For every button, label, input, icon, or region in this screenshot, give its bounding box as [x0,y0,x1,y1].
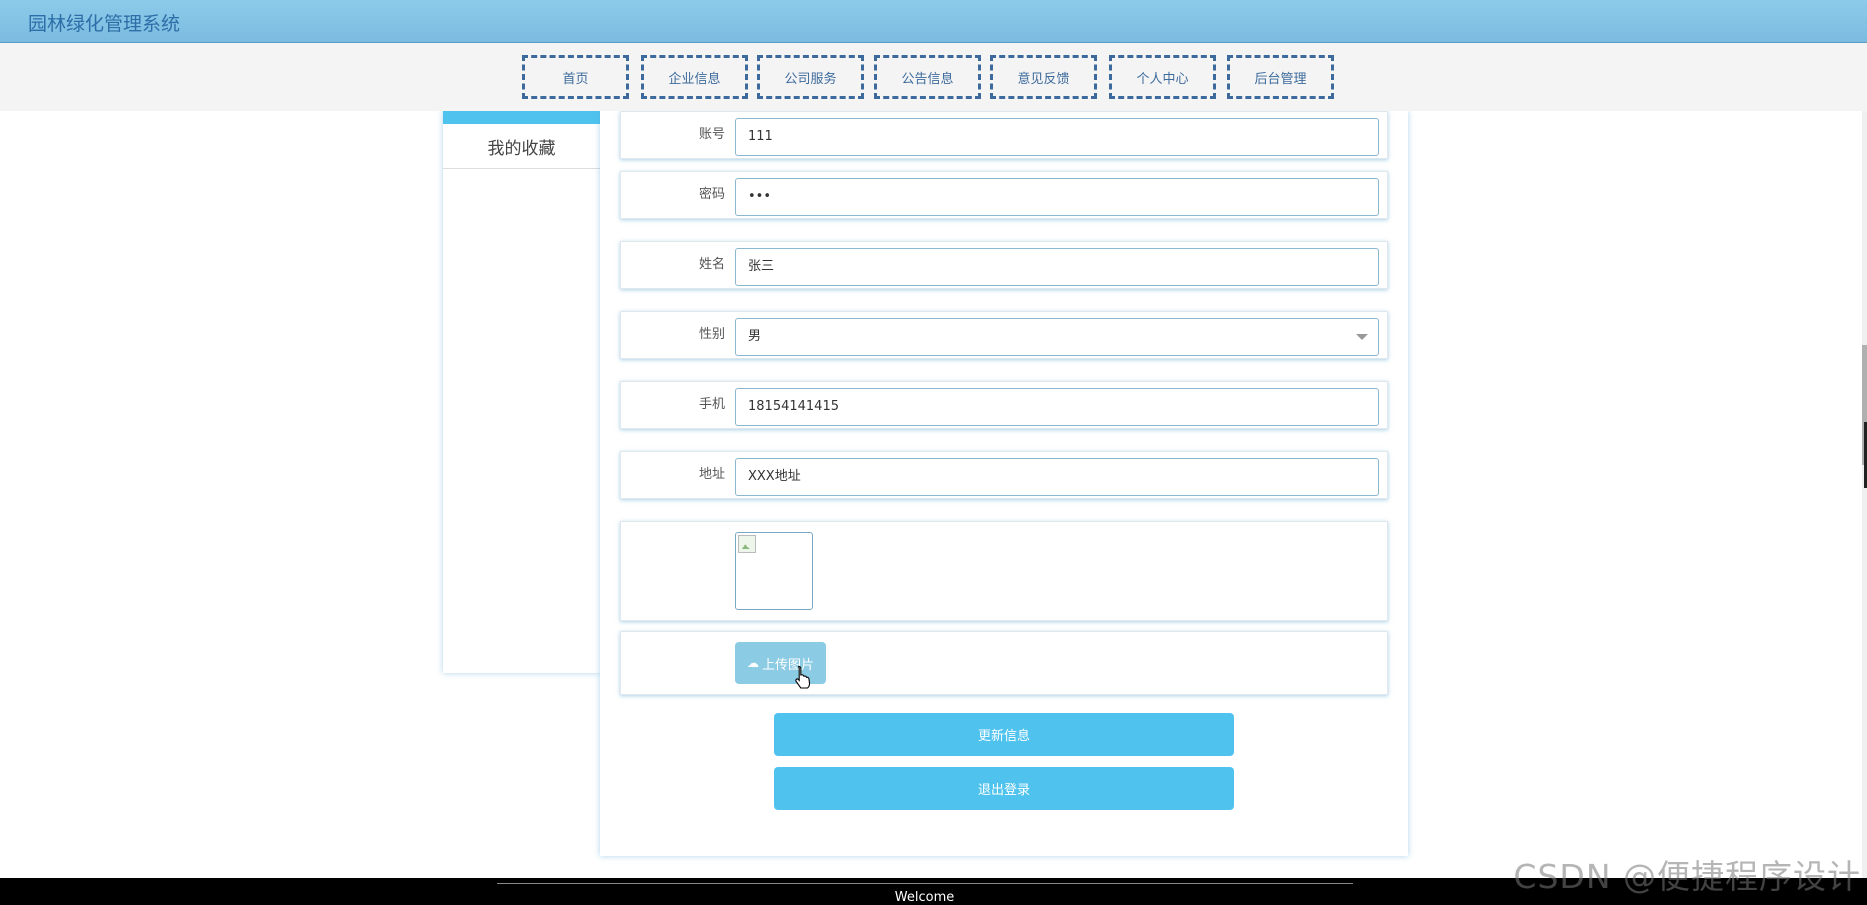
footer-divider [497,883,1353,884]
password-label: 密码 [698,187,725,202]
account-label: 账号 [698,127,725,142]
password-input[interactable]: ••• [735,178,1379,216]
broken-image-icon [738,535,756,553]
profile-form-panel: 账号 111 密码 ••• 姓名 张三 性别 男 手机 18154141415 … [600,111,1408,856]
form-row-password: 密码 ••• [620,171,1388,219]
watermark: CSDN @便捷程序设计 [1513,857,1861,896]
nav-item-company-info[interactable]: 企业信息 [641,55,748,99]
form-row-address: 地址 XXX地址 [620,451,1388,499]
page-scrollbar-track[interactable] [1862,111,1867,878]
gender-select[interactable]: 男 [735,318,1379,356]
form-row-account: 账号 111 [620,111,1388,159]
main-nav: 首页 企业信息 公司服务 公告信息 意见反馈 个人中心 后台管理 [0,43,1867,111]
sidebar: 我的收藏 [443,111,600,673]
avatar-image [735,532,813,610]
gender-select-value: 男 [748,329,762,344]
logout-button[interactable]: 退出登录 [774,767,1234,810]
form-row-name: 姓名 张三 [620,241,1388,289]
hand-cursor-icon [795,665,811,689]
form-row-gender: 性别 男 [620,311,1388,359]
gender-label: 性别 [698,327,725,342]
sidebar-item-favorites[interactable]: 我的收藏 [443,124,600,169]
phone-label: 手机 [698,397,725,412]
app-title: 园林绿化管理系统 [28,13,181,35]
name-label: 姓名 [698,257,725,272]
nav-list: 首页 企业信息 公司服务 公告信息 意见反馈 个人中心 后台管理 [522,55,1343,99]
form-row-upload: ☁ 上传图片 [620,631,1388,695]
sidebar-active-accent [443,111,600,124]
address-input[interactable]: XXX地址 [735,458,1379,496]
nav-item-admin[interactable]: 后台管理 [1227,55,1334,99]
nav-item-company-service[interactable]: 公司服务 [757,55,864,99]
phone-input[interactable]: 18154141415 [735,388,1379,426]
nav-item-personal-center[interactable]: 个人中心 [1109,55,1216,99]
caret-down-icon [1356,334,1368,340]
nav-item-home[interactable]: 首页 [522,55,629,99]
form-row-avatar [620,521,1388,621]
app-header: 园林绿化管理系统 [0,0,1867,43]
form-row-phone: 手机 18154141415 [620,381,1388,429]
nav-item-feedback[interactable]: 意见反馈 [990,55,1097,99]
nav-item-announcements[interactable]: 公告信息 [874,55,981,99]
upload-image-button[interactable]: ☁ 上传图片 [735,642,826,684]
update-info-button[interactable]: 更新信息 [774,713,1234,756]
name-input[interactable]: 张三 [735,248,1379,286]
cloud-upload-icon: ☁ [746,656,759,670]
account-input[interactable]: 111 [735,118,1379,156]
address-label: 地址 [698,467,725,482]
